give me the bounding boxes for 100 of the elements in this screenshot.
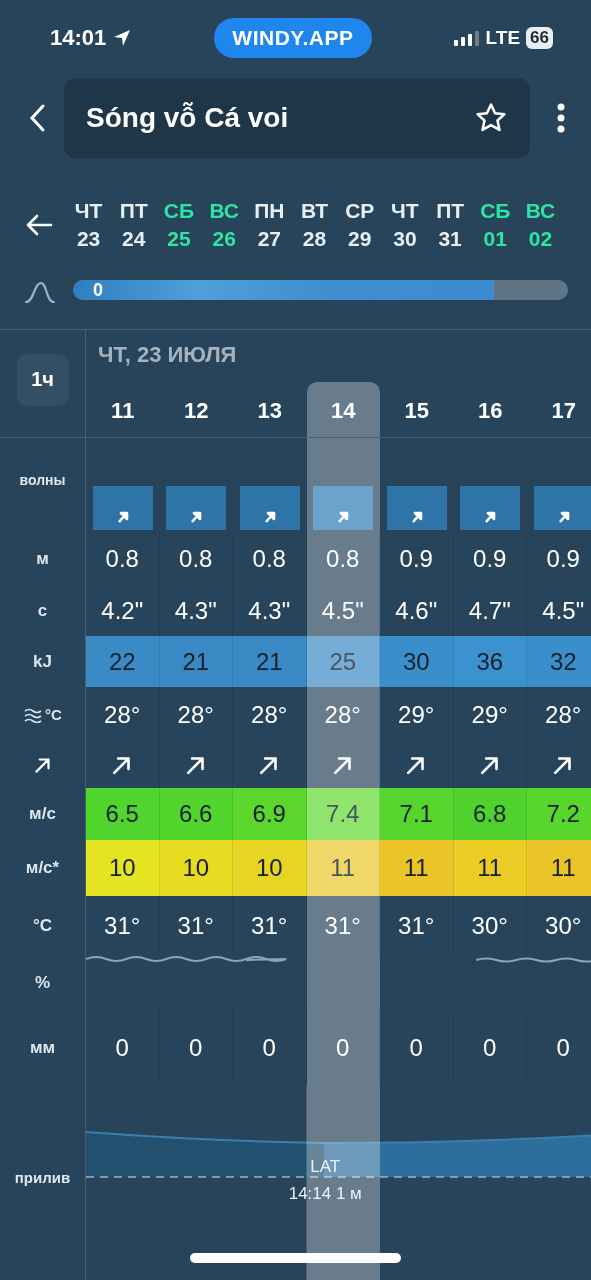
step-button[interactable]: 1ч	[16, 353, 69, 406]
table-cell: 31°	[233, 896, 307, 955]
day-tab[interactable]: СБ 25	[156, 197, 202, 253]
table-cell: 30°	[527, 896, 591, 955]
day-tab[interactable]: ЧТ 30	[382, 197, 428, 253]
table-cell: 21	[233, 636, 307, 687]
arrow-icon	[336, 510, 351, 524]
table-cell: 11	[453, 840, 527, 896]
table-cell: 0	[453, 1010, 527, 1085]
arrow-icon	[409, 510, 424, 524]
table-cell: 0.9	[527, 532, 591, 585]
date-label: ЧТ, 23 ИЮЛЯ	[97, 341, 238, 369]
table-cell: 28°	[233, 687, 307, 742]
row-label: волны	[19, 472, 66, 488]
row-label: с	[37, 600, 48, 621]
table-cell: 0.8	[86, 532, 160, 585]
location-bar[interactable]: Sóng vỗ Cá voi	[64, 77, 530, 158]
table-cell: 31°	[306, 896, 380, 955]
network-label: LTE	[485, 26, 521, 49]
row-label: %	[34, 972, 51, 993]
table-cell: 10	[233, 840, 307, 896]
hour-tab[interactable]: 11	[86, 381, 160, 437]
back-arrow-button[interactable]	[24, 213, 54, 237]
table-cell: 0.8	[306, 532, 380, 585]
clock: 14:01	[50, 24, 133, 51]
row-label: м/с*	[25, 858, 60, 878]
table-cell: 28°	[159, 687, 233, 742]
table-cell: 25	[306, 636, 380, 687]
hour-tab[interactable]: 12	[159, 381, 233, 437]
hour-tab[interactable]: 15	[380, 381, 454, 437]
table-cell: 10	[86, 840, 160, 896]
timeline-slider[interactable]: 0	[73, 280, 568, 300]
table-cell: 11	[527, 840, 591, 896]
wave-shape-icon	[24, 280, 56, 304]
day-tab[interactable]: ВТ 28	[291, 197, 338, 253]
table-cell: 6.9	[233, 788, 307, 840]
table-cell: 0.9	[380, 532, 454, 585]
table-cell: 7.2	[527, 788, 591, 840]
row-label: м	[36, 548, 49, 569]
hour-tab[interactable]: 13	[233, 381, 307, 437]
location-title: Sóng vỗ Cá voi	[86, 101, 289, 134]
table-cell: 22	[86, 636, 160, 687]
table-cell: 28°	[306, 687, 380, 742]
location-icon	[112, 27, 133, 48]
app-pill[interactable]: WINDY.APP	[214, 17, 372, 58]
arrow-icon	[483, 510, 498, 524]
row-label: прилив	[14, 1169, 71, 1186]
table-cell: 0.9	[453, 532, 527, 585]
table-cell: 30	[380, 636, 454, 687]
signal-icon	[453, 29, 480, 46]
table-cell: 36	[453, 636, 527, 687]
row-label: мм	[29, 1037, 56, 1058]
tide-reading: 14:14 1 м	[288, 1184, 362, 1204]
day-tab[interactable]: ПТ 31	[427, 197, 473, 253]
table-cell: 6.8	[453, 788, 527, 840]
table-cell: 0	[233, 1010, 307, 1085]
table-cell: 0	[159, 1010, 233, 1085]
table-cell: 0	[527, 1010, 591, 1085]
arrow-icon	[115, 510, 130, 524]
water-icon	[23, 706, 44, 723]
hour-tab[interactable]: 14	[306, 381, 380, 437]
arrow-icon	[556, 510, 571, 524]
day-tab[interactable]: ВС 02	[517, 197, 564, 253]
hour-tab[interactable]: 17	[527, 381, 591, 437]
table-cell: 31°	[86, 896, 160, 955]
table-cell: 11	[306, 840, 380, 896]
day-tab[interactable]: ПТ 24	[111, 197, 157, 253]
day-tab[interactable]: ПН 27	[246, 197, 292, 253]
table-cell: 0	[380, 1010, 454, 1085]
table-cell: 0.8	[233, 532, 307, 585]
table-cell: 7.4	[306, 788, 380, 840]
table-cell: 4.5"	[306, 585, 380, 636]
table-cell: 28°	[527, 687, 591, 742]
battery-level: 66	[526, 26, 553, 49]
table-cell: 31°	[380, 896, 454, 955]
day-tab[interactable]: СР 29	[337, 197, 383, 253]
table-cell: 30°	[453, 896, 527, 955]
table-cell: 31°	[159, 896, 233, 955]
day-tab[interactable]: СБ 01	[472, 197, 518, 253]
back-button[interactable]	[28, 102, 46, 133]
table-cell: 29°	[380, 687, 454, 742]
row-label: м/с	[29, 804, 56, 824]
table-cell: 11	[380, 840, 454, 896]
table-cell: 28°	[86, 687, 160, 742]
day-tab[interactable]: ЧТ 23	[66, 197, 112, 253]
more-button[interactable]	[556, 102, 566, 133]
timeline-thumb[interactable]: 0	[93, 280, 103, 300]
day-tab[interactable]: ВС 26	[201, 197, 247, 253]
table-cell: 0.8	[159, 532, 233, 585]
table-cell: 21	[159, 636, 233, 687]
tide-marker: LAT	[310, 1157, 341, 1177]
table-cell: 6.6	[159, 788, 233, 840]
table-cell: 0	[86, 1010, 160, 1085]
hour-tab[interactable]: 16	[453, 381, 527, 437]
table-cell: 32	[527, 636, 591, 687]
table-cell: 0	[306, 1010, 380, 1085]
table-cell: 29°	[453, 687, 527, 742]
table-cell: 10	[159, 840, 233, 896]
row-label: kJ	[33, 651, 52, 672]
table-cell: 6.5	[86, 788, 160, 840]
